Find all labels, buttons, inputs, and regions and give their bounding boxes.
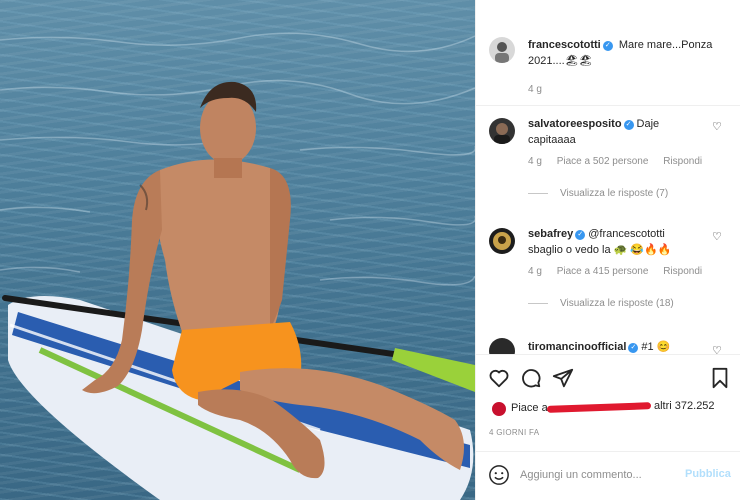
publish-button[interactable]: Pubblica — [685, 468, 731, 480]
author-avatar[interactable] — [489, 37, 515, 63]
bookmark-icon[interactable] — [709, 367, 731, 389]
comment-avatar[interactable] — [489, 118, 515, 144]
caption-line1: Mare mare...Ponza — [618, 39, 713, 51]
comment-time: 4 g — [528, 266, 542, 277]
photo-illustration — [0, 32, 475, 500]
post-date: 4 GIORNI FA — [489, 428, 540, 437]
comment-reply-button[interactable]: Rispondi — [663, 156, 702, 167]
comment-username[interactable]: tiromancinoofficial — [528, 341, 626, 353]
comment-text: Daje — [636, 118, 660, 130]
view-replies-label: Visualizza le risposte (18) — [560, 298, 674, 309]
comment-avatar[interactable] — [489, 228, 515, 254]
post-caption: francescototti ✓ Mare mare...Ponza 2021..… — [476, 0, 740, 106]
view-replies-button[interactable]: Visualizza le risposte (18) — [528, 298, 674, 309]
comment-likes[interactable]: Piace a 502 persone — [557, 156, 649, 167]
comment-item: tiromancinoofficial ✓ #1 😊 ♡ — [476, 338, 740, 354]
verified-icon: ✓ — [628, 343, 639, 353]
caption-line2: 2021.... — [528, 55, 565, 67]
comment-body: salvatoreesposito ✓ Daje capitaaaa — [528, 116, 698, 148]
verified-icon: ✓ — [602, 41, 613, 51]
comment-icon[interactable] — [520, 367, 542, 389]
replies-divider — [528, 303, 548, 304]
redaction-mark — [546, 402, 652, 413]
liker-avatar — [491, 401, 507, 417]
comment-text-line2: capitaaaa — [528, 134, 576, 146]
smile-icon[interactable] — [488, 464, 510, 486]
comment-text-line2: sbaglio o vedo la 🐢 😂🔥🔥 — [528, 244, 672, 256]
post-side-panel: francescototti ✓ Mare mare...Ponza 2021..… — [475, 0, 740, 500]
caption-time: 4 g — [528, 84, 542, 95]
likes-summary[interactable]: Piace a altri 372.252 — [489, 399, 729, 419]
caption-text: francescototti ✓ Mare mare...Ponza 2021..… — [528, 37, 728, 69]
comment-body: sebafrey ✓ @francescototti sbaglio o vedo … — [528, 226, 698, 258]
comment-username[interactable]: sebafrey — [528, 228, 573, 240]
comment-heart-icon[interactable]: ♡ — [712, 230, 722, 243]
comment-composer: Pubblica — [476, 451, 740, 500]
author-username[interactable]: francescototti — [528, 39, 601, 51]
comment-time: 4 g — [528, 156, 542, 167]
comment-input[interactable] — [520, 466, 680, 484]
heart-icon[interactable] — [488, 367, 510, 389]
likes-prefix: Piace a — [511, 402, 548, 414]
comment-text: #1 😊 — [641, 341, 671, 353]
view-replies-button[interactable]: Visualizza le risposte (7) — [528, 188, 668, 199]
comment-heart-icon[interactable]: ♡ — [712, 344, 722, 354]
view-replies-label: Visualizza le risposte (7) — [560, 188, 669, 199]
post-photo[interactable] — [0, 0, 475, 500]
share-icon[interactable] — [552, 367, 574, 389]
comment-username[interactable]: salvatoreesposito — [528, 118, 622, 130]
comment-likes[interactable]: Piace a 415 persone — [557, 266, 649, 277]
verified-icon: ✓ — [623, 120, 634, 130]
comment-meta: 4 g Piace a 502 persone Rispondi — [528, 156, 714, 167]
replies-divider — [528, 193, 548, 194]
comment-avatar[interactable] — [489, 338, 515, 354]
verified-icon: ✓ — [575, 230, 586, 240]
comment-reply-button[interactable]: Rispondi — [663, 266, 702, 277]
caption-emoji: 🏖🏖 — [564, 55, 593, 67]
comment-text: @francescototti — [588, 228, 665, 240]
post-actions — [476, 354, 740, 402]
comment-body: tiromancinoofficial ✓ #1 😊 — [528, 339, 698, 354]
comment-heart-icon[interactable]: ♡ — [712, 120, 722, 133]
comment-meta: 4 g Piace a 415 persone Rispondi — [528, 266, 714, 277]
likes-count[interactable]: altri 372.252 — [654, 400, 715, 412]
